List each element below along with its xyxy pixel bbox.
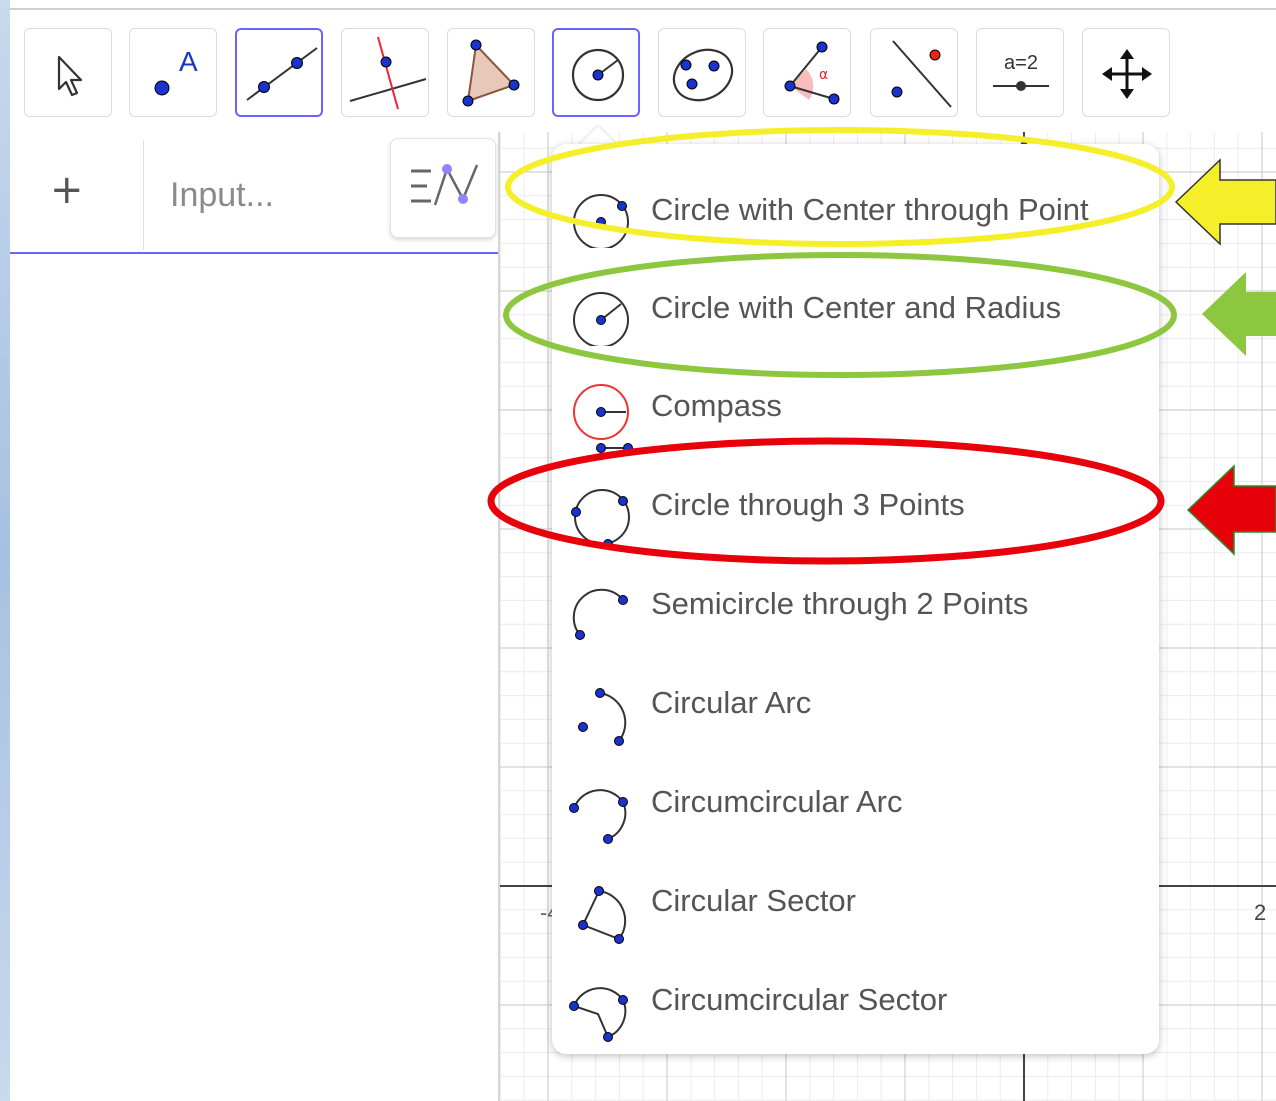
circular-sector-icon [578,886,627,944]
algebra-graph-icon [411,164,479,206]
perpendicular-line-icon [349,36,427,110]
menu-item-circle-center-radius[interactable]: Circle with Center and Radius [552,272,1159,352]
input-underline [10,252,498,254]
add-button[interactable]: + [50,166,84,214]
menu-item-label: Circle with Center through Point [651,192,1089,227]
menu-item-label: Compass [651,388,782,423]
angle-icon: α [784,41,840,105]
algebra-input-field[interactable]: Input... [170,176,274,215]
menu-item-label: Circle with Center and Radius [651,290,1062,325]
x-tick-label: 2 [1254,900,1266,925]
angle-tool-button[interactable]: α [763,28,851,117]
top-divider [10,8,1276,10]
menu-caret [578,126,618,146]
svg-text:a=2: a=2 [1004,52,1038,74]
menu-item-circle-three-points[interactable]: Circle through 3 Points [552,469,1159,549]
point-a-icon: A [154,46,198,96]
reflect-tool-button[interactable] [870,28,958,117]
menu-item-circular-sector[interactable]: Circular Sector [552,865,1159,945]
move-cross-icon [1102,49,1152,99]
polygon-tool-button[interactable] [447,28,535,117]
left-window-edge [0,0,10,1101]
circular-arc-icon [578,688,627,746]
circle-tool-button[interactable] [552,28,640,117]
perpendicular-line-tool-button[interactable] [341,28,429,117]
move-graphics-view-tool-button[interactable] [1082,28,1170,117]
menu-item-semicircle[interactable]: Semicircle through 2 Points [552,568,1159,648]
menu-item-label: Circumcircular Sector [651,982,948,1017]
menu-item-circumcircular-sector[interactable]: Circumcircular Sector [552,964,1159,1044]
svg-text:A: A [179,46,198,77]
circle-three-points-icon [571,489,630,549]
arrow-cursor-icon [57,55,83,97]
circle-center-radius-icon [573,292,629,346]
polygon-icon [462,39,520,107]
circumcircular-arc-icon [569,789,628,844]
compass-icon [573,384,633,453]
menu-item-circumcircular-arc[interactable]: Circumcircular Arc [552,766,1159,846]
reflect-about-line-icon [891,40,952,108]
menu-item-compass[interactable]: Compass [552,370,1159,453]
menu-item-label: Circular Arc [651,685,812,720]
algebra-view [10,132,498,1101]
circle-with-center-icon [571,48,625,102]
point-tool-button[interactable]: A [129,28,217,117]
svg-text:α: α [819,67,828,83]
line-tool-button[interactable] [235,28,323,117]
circle-center-through-point-icon [573,194,629,248]
menu-item-circular-arc[interactable]: Circular Arc [552,667,1159,747]
slider-tool-button[interactable]: a=2 [976,28,1064,117]
menu-item-label: Circle through 3 Points [651,487,965,522]
menu-item-label: Circumcircular Arc [651,784,903,819]
menu-item-label: Circular Sector [651,883,856,918]
menu-item-label: Semicircle through 2 Points [651,586,1029,621]
ellipse-icon [672,48,734,102]
menu-item-circle-center-through-point[interactable]: Circle with Center through Point [552,174,1159,254]
move-tool-button[interactable] [24,28,112,117]
circle-tools-menu: Circle with Center through Point Circle … [552,144,1159,1054]
graphics-style-button[interactable] [390,138,496,238]
ellipse-tool-button[interactable] [658,28,746,117]
semicircle-icon [572,588,628,640]
circumcircular-sector-icon [569,987,628,1042]
input-divider [143,140,144,250]
line-through-two-points-icon [246,47,318,101]
slider-icon: a=2 [993,52,1049,91]
